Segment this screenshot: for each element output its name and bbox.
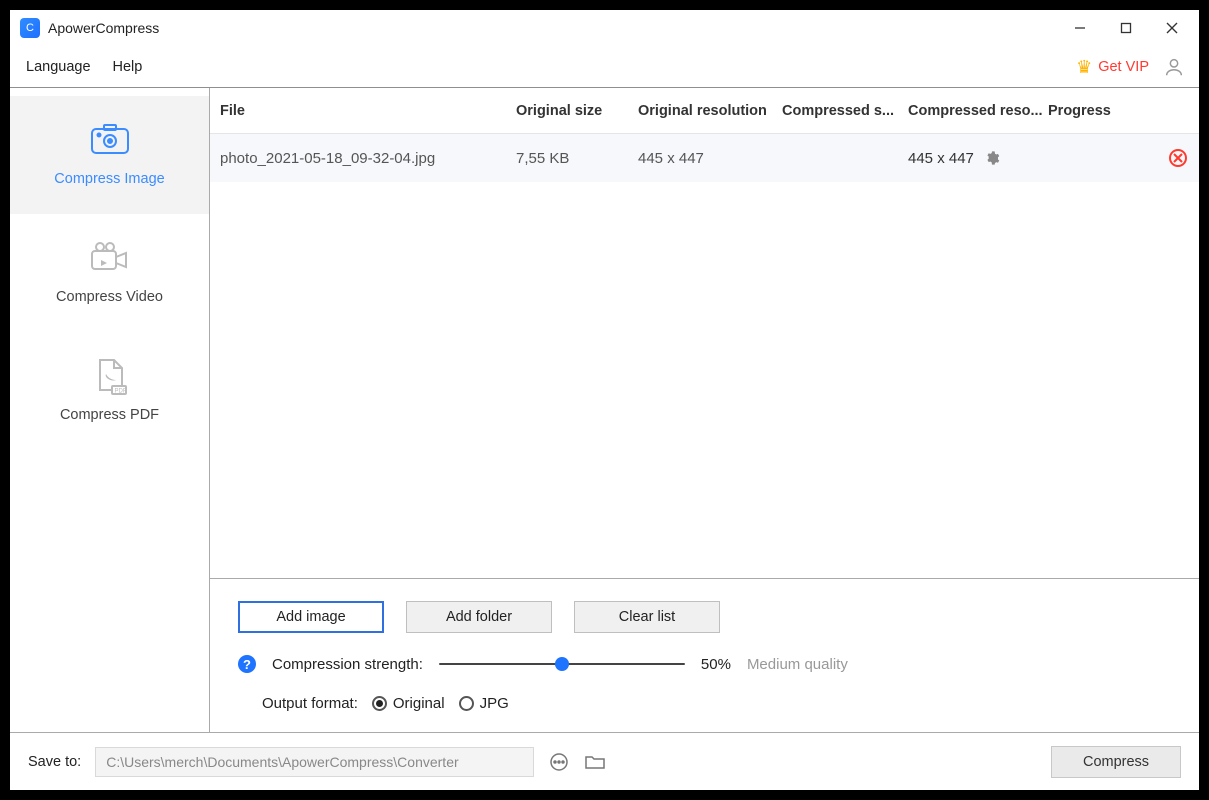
- sidebar-item-compress-video[interactable]: Compress Video: [10, 214, 209, 332]
- compression-slider[interactable]: [439, 656, 685, 672]
- th-compressed-size: Compressed s...: [782, 103, 908, 119]
- main-panel: File Original size Original resolution C…: [210, 88, 1199, 732]
- file-drop-area[interactable]: [210, 182, 1199, 578]
- folder-open-icon[interactable]: [584, 751, 606, 773]
- app-window: C ApowerCompress Language Help ♛ Get VIP: [10, 10, 1199, 790]
- cell-original-size: 7,55 KB: [516, 150, 638, 167]
- video-icon: [88, 241, 132, 275]
- add-folder-button[interactable]: Add folder: [406, 601, 552, 633]
- save-to-label: Save to:: [28, 754, 81, 770]
- action-buttons: Add image Add folder Clear list: [238, 601, 1171, 633]
- compression-strength-label: Compression strength:: [272, 656, 423, 673]
- pdf-icon: PDF: [88, 359, 132, 393]
- sidebar-item-compress-image[interactable]: Compress Image: [10, 96, 209, 214]
- save-path-input[interactable]: [95, 747, 534, 777]
- menu-help[interactable]: Help: [113, 59, 143, 75]
- sidebar-item-label: Compress Video: [56, 289, 163, 305]
- output-format-label: Output format:: [262, 695, 358, 712]
- get-vip-button[interactable]: ♛ Get VIP: [1076, 58, 1149, 76]
- radio-dot-icon: [459, 696, 474, 711]
- minimize-button[interactable]: [1057, 12, 1103, 44]
- settings-panel: Add image Add folder Clear list ? Compre…: [210, 578, 1199, 732]
- vip-label: Get VIP: [1098, 59, 1149, 75]
- cell-original-resolution: 445 x 447: [638, 150, 782, 167]
- sidebar: Compress Image Compress Video: [10, 88, 210, 732]
- cell-compressed-resolution: 445 x 447: [908, 150, 1048, 167]
- compression-percent: 50%: [701, 656, 731, 673]
- th-progress: Progress: [1048, 103, 1138, 119]
- radio-jpg-label: JPG: [480, 695, 509, 712]
- svg-text:PDF: PDF: [114, 389, 126, 395]
- slider-thumb[interactable]: [555, 657, 569, 671]
- menubar: Language Help ♛ Get VIP: [10, 46, 1199, 88]
- more-options-icon[interactable]: [548, 751, 570, 773]
- compression-strength-row: ? Compression strength: 50% Medium quali…: [238, 655, 1171, 673]
- th-original-size: Original size: [516, 103, 638, 119]
- close-button[interactable]: [1149, 12, 1195, 44]
- window-controls: [1057, 12, 1195, 44]
- help-icon[interactable]: ?: [238, 655, 256, 673]
- table-header: File Original size Original resolution C…: [210, 88, 1199, 134]
- sidebar-item-compress-pdf[interactable]: PDF Compress PDF: [10, 332, 209, 450]
- menu-language[interactable]: Language: [26, 59, 91, 75]
- crown-icon: ♛: [1076, 58, 1092, 76]
- user-icon[interactable]: [1163, 56, 1185, 78]
- add-image-button[interactable]: Add image: [238, 601, 384, 633]
- titlebar: C ApowerCompress: [10, 10, 1199, 46]
- radio-dot-icon: [372, 696, 387, 711]
- cell-file: photo_2021-05-18_09-32-04.jpg: [220, 150, 516, 167]
- app-title: ApowerCompress: [48, 20, 1057, 36]
- footer: Save to: Compress: [10, 732, 1199, 790]
- delete-row-button[interactable]: [1169, 149, 1187, 167]
- table-row[interactable]: photo_2021-05-18_09-32-04.jpg 7,55 KB 44…: [210, 134, 1199, 182]
- app-icon: C: [20, 18, 40, 38]
- th-file: File: [220, 103, 516, 119]
- th-original-resolution: Original resolution: [638, 103, 782, 119]
- maximize-button[interactable]: [1103, 12, 1149, 44]
- body: Compress Image Compress Video: [10, 88, 1199, 732]
- compress-button[interactable]: Compress: [1051, 746, 1181, 778]
- compression-quality: Medium quality: [747, 656, 848, 673]
- output-format-row: Output format: Original JPG: [238, 695, 1171, 712]
- gear-icon[interactable]: [984, 150, 1000, 166]
- sidebar-item-label: Compress Image: [54, 171, 164, 187]
- th-compressed-resolution: Compressed reso...: [908, 103, 1048, 119]
- radio-jpg[interactable]: JPG: [459, 695, 509, 712]
- sidebar-item-label: Compress PDF: [60, 407, 159, 423]
- radio-original-label: Original: [393, 695, 445, 712]
- radio-original[interactable]: Original: [372, 695, 445, 712]
- compressed-resolution-value: 445 x 447: [908, 150, 974, 167]
- camera-icon: [88, 123, 132, 157]
- clear-list-button[interactable]: Clear list: [574, 601, 720, 633]
